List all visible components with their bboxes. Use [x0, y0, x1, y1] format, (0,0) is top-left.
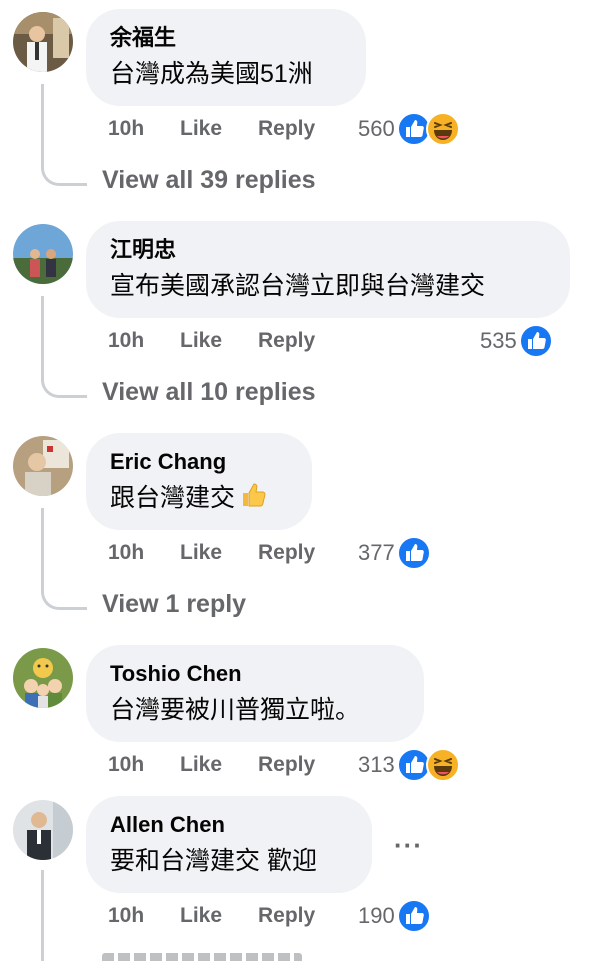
reaction-count: 560	[358, 116, 395, 141]
avatar[interactable]	[13, 436, 73, 496]
thread-line-curve	[41, 376, 87, 398]
comment-time[interactable]: 10h	[108, 329, 144, 353]
comment-bubble: 江明忠 宣布美國承認台灣立即與台灣建交	[86, 221, 570, 318]
reply-button[interactable]: Reply	[258, 329, 315, 353]
more-options-button[interactable]: ···	[394, 830, 423, 861]
reaction-summary[interactable]: 190	[358, 896, 431, 936]
like-reaction-icon	[396, 899, 431, 933]
comment-actions: 10h Like Reply 377	[108, 533, 578, 573]
like-button[interactable]: Like	[180, 904, 222, 928]
reaction-count: 535	[480, 328, 517, 353]
comment-bubble: Eric Chang 跟台灣建交	[86, 433, 312, 530]
comment-bubble: Allen Chen 要和台灣建交 歡迎	[86, 796, 372, 893]
thread-line	[41, 870, 44, 961]
comment-time[interactable]: 10h	[108, 904, 144, 928]
thread-line	[41, 84, 44, 164]
comment-actions: 10h Like Reply 190	[108, 896, 578, 936]
avatar[interactable]	[13, 800, 73, 860]
like-button[interactable]: Like	[180, 753, 222, 777]
view-replies-link-partial[interactable]	[102, 950, 302, 961]
view-replies-link[interactable]: View all 39 replies	[102, 166, 316, 195]
thread-line-curve	[41, 588, 87, 610]
reaction-count: 313	[358, 752, 395, 777]
comment-time[interactable]: 10h	[108, 753, 144, 777]
avatar[interactable]	[13, 12, 73, 72]
comment-author[interactable]: Eric Chang	[110, 449, 288, 475]
comment-actions: 10h Like Reply 560	[108, 109, 578, 149]
avatar[interactable]	[13, 224, 73, 284]
comment-time[interactable]: 10h	[108, 117, 144, 141]
view-replies-link[interactable]: View 1 reply	[102, 590, 246, 619]
view-replies-link[interactable]: View all 10 replies	[102, 378, 316, 407]
thread-line	[41, 296, 44, 376]
comment-text: 台灣要被川普獨立啦。	[110, 696, 361, 724]
reaction-count: 377	[358, 540, 395, 565]
comment-author[interactable]: 江明忠	[110, 237, 546, 263]
comment-text: 要和台灣建交 歡迎	[110, 847, 317, 875]
reply-button[interactable]: Reply	[258, 904, 315, 928]
comment-author[interactable]: 余福生	[110, 25, 342, 51]
comment-text: 跟台灣建交	[110, 481, 288, 515]
comment-text-content: 跟台灣建交	[110, 484, 236, 512]
reaction-summary[interactable]: 313	[358, 745, 460, 785]
avatar[interactable]	[13, 648, 73, 708]
comment-text: 宣布美國承認台灣立即與台灣建交	[110, 272, 486, 300]
comment-actions: 10h Like Reply 313	[108, 745, 578, 785]
reaction-summary[interactable]: 377	[358, 533, 431, 573]
comment-author[interactable]: Allen Chen	[110, 812, 348, 838]
reply-button[interactable]: Reply	[258, 541, 315, 565]
like-button[interactable]: Like	[180, 117, 222, 141]
comment-bubble: Toshio Chen 台灣要被川普獨立啦。	[86, 645, 424, 742]
like-button[interactable]: Like	[180, 329, 222, 353]
haha-reaction-icon	[425, 748, 460, 782]
like-reaction-icon	[396, 536, 431, 570]
like-reaction-icon	[518, 324, 553, 358]
haha-reaction-icon	[425, 112, 460, 146]
thread-line-curve	[41, 164, 87, 186]
reaction-count: 190	[358, 903, 395, 928]
thread-line	[41, 508, 44, 588]
reaction-summary[interactable]: 535	[480, 321, 553, 361]
thumbs-up-emoji-icon	[243, 483, 266, 507]
reply-button[interactable]: Reply	[258, 753, 315, 777]
reply-button[interactable]: Reply	[258, 117, 315, 141]
like-button[interactable]: Like	[180, 541, 222, 565]
reaction-summary[interactable]: 560	[358, 109, 460, 149]
comment-text: 台灣成為美國51洲	[110, 60, 313, 88]
comment-actions: 10h Like Reply 535	[108, 321, 578, 361]
comment-bubble: 余福生 台灣成為美國51洲	[86, 9, 366, 106]
comment-time[interactable]: 10h	[108, 541, 144, 565]
comment-author[interactable]: Toshio Chen	[110, 661, 400, 687]
